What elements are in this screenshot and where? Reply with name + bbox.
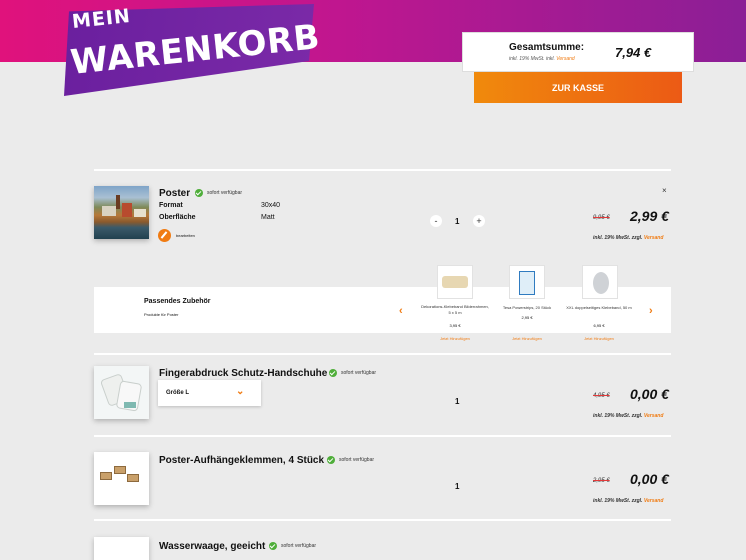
vat-text: inkl. 19% MwSt. zzgl. [593, 498, 643, 504]
total-label: Gesamtsumme: [509, 42, 585, 53]
available-check-icon [327, 456, 335, 464]
accessory-name: Tesa Powerstrips, 20 Stück [502, 305, 552, 310]
remove-item-icon[interactable]: × [662, 186, 667, 195]
old-price: 9,95 € [593, 215, 610, 221]
gloves-thumbnail[interactable] [94, 366, 149, 419]
thumb-detail [114, 466, 126, 474]
accessory-add-link[interactable]: Jetzt Hinzufügen [421, 336, 489, 341]
vat-note: inkl. 19% MwSt. zzgl. Versand [593, 235, 663, 241]
thumb-detail [127, 474, 139, 482]
availability-text: sofort verfügbar [207, 190, 243, 196]
quantity-value: 1 [455, 482, 460, 491]
accessory-add-link[interactable]: Jetzt Hinzufügen [565, 336, 633, 341]
quantity-decrease-button[interactable]: - [430, 215, 442, 227]
thumb-detail [102, 206, 116, 216]
tape-roll-shape [593, 272, 609, 294]
quantity-value: 1 [455, 217, 460, 226]
poster-thumbnail[interactable] [94, 186, 149, 239]
old-price: 2,95 € [593, 478, 610, 484]
shipping-link[interactable]: Versand [644, 413, 664, 419]
tape-roll-shape [442, 276, 468, 288]
available-check-icon [329, 369, 337, 377]
thumb-detail [100, 472, 112, 480]
available-check-icon [195, 189, 203, 197]
accessories-subtitle: Produkte für Poster [144, 312, 179, 317]
edit-link[interactable]: bearbeiten [176, 233, 195, 238]
item-name[interactable]: Poster-Aufhängeklemmen, 4 Stück [159, 455, 324, 466]
edit-pencil-icon[interactable] [158, 229, 171, 242]
item-price: 2,99 € [630, 208, 669, 224]
powerstrip-pack-shape [519, 271, 535, 295]
total-value: 7,94 € [615, 45, 652, 60]
thumb-detail [134, 209, 146, 217]
checkout-button[interactable]: ZUR KASSE [474, 72, 682, 103]
attribute-label: Format [159, 202, 183, 209]
thumb-detail [124, 402, 136, 408]
quantity-increase-button[interactable]: + [473, 215, 485, 227]
thumb-detail [116, 195, 120, 209]
page-title-badge: MEIN WARENKORB [64, 4, 322, 96]
accessory-name: Dekorations-Klebeband Bilderrahmen, 5 x … [421, 304, 489, 315]
total-shipping-link[interactable]: Versand [556, 56, 574, 62]
availability-text: sofort verfügbar [341, 370, 377, 376]
quantity-value: 1 [455, 397, 460, 406]
accessory-price: 2,95 € [521, 315, 533, 320]
carousel-prev-icon[interactable]: ‹ [399, 305, 403, 317]
availability-text: sofort verfügbar [281, 543, 317, 549]
item-name[interactable]: Poster [159, 188, 190, 199]
accessory-image[interactable] [509, 265, 545, 299]
shipping-link[interactable]: Versand [644, 235, 664, 241]
section-divider [94, 169, 671, 171]
item-name[interactable]: Fingerabdruck Schutz-Handschuhe [159, 368, 327, 379]
accessory-image[interactable] [582, 265, 618, 299]
section-divider [94, 519, 671, 521]
accessory-price: 3,95 € [449, 323, 461, 328]
accessory-name: XXL doppelseitiges Klebeband, 50 m [566, 305, 632, 310]
size-select-value: Größe L [166, 390, 190, 396]
item-name[interactable]: Wasserwaage, geeicht [159, 541, 265, 552]
shipping-link[interactable]: Versand [644, 498, 664, 504]
carousel-next-icon[interactable]: › [649, 305, 653, 317]
vat-text: inkl. 19% MwSt. zzgl. [593, 413, 643, 419]
item-price: 0,00 € [630, 471, 669, 487]
attribute-value: 30x40 [261, 202, 281, 209]
thumb-detail [122, 203, 132, 217]
item-price: 0,00 € [630, 386, 669, 402]
accessory-price: 6,95 € [593, 323, 605, 328]
old-price: 4,95 € [593, 393, 610, 399]
chevron-down-icon: ⌄ [236, 386, 245, 397]
attribute-value: Matt [261, 214, 275, 221]
total-summary-box: Gesamtsumme: inkl. 19% MwSt. inkl. Versa… [462, 32, 694, 72]
accessory-add-link[interactable]: Jetzt Hinzufügen [493, 336, 561, 341]
size-select[interactable]: Größe L ⌄ [158, 380, 261, 406]
total-tax-note: inkl. 19% MwSt. inkl. Versand [509, 56, 575, 62]
availability-text: sofort verfügbar [339, 457, 375, 463]
accessories-title: Passendes Zubehör [144, 298, 211, 305]
section-divider [94, 435, 671, 437]
vat-text: inkl. 19% MwSt. zzgl. [593, 235, 643, 241]
attribute-label: Oberfläche [159, 214, 196, 221]
level-thumbnail[interactable] [94, 537, 149, 560]
vat-note: inkl. 19% MwSt. zzgl. Versand [593, 498, 663, 504]
clips-thumbnail[interactable] [94, 452, 149, 505]
available-check-icon [269, 542, 277, 550]
vat-note: inkl. 19% MwSt. zzgl. Versand [593, 413, 663, 419]
section-divider [94, 353, 671, 355]
total-tax-text: inkl. 19% MwSt. inkl. [509, 56, 555, 62]
accessory-image[interactable] [437, 265, 473, 299]
